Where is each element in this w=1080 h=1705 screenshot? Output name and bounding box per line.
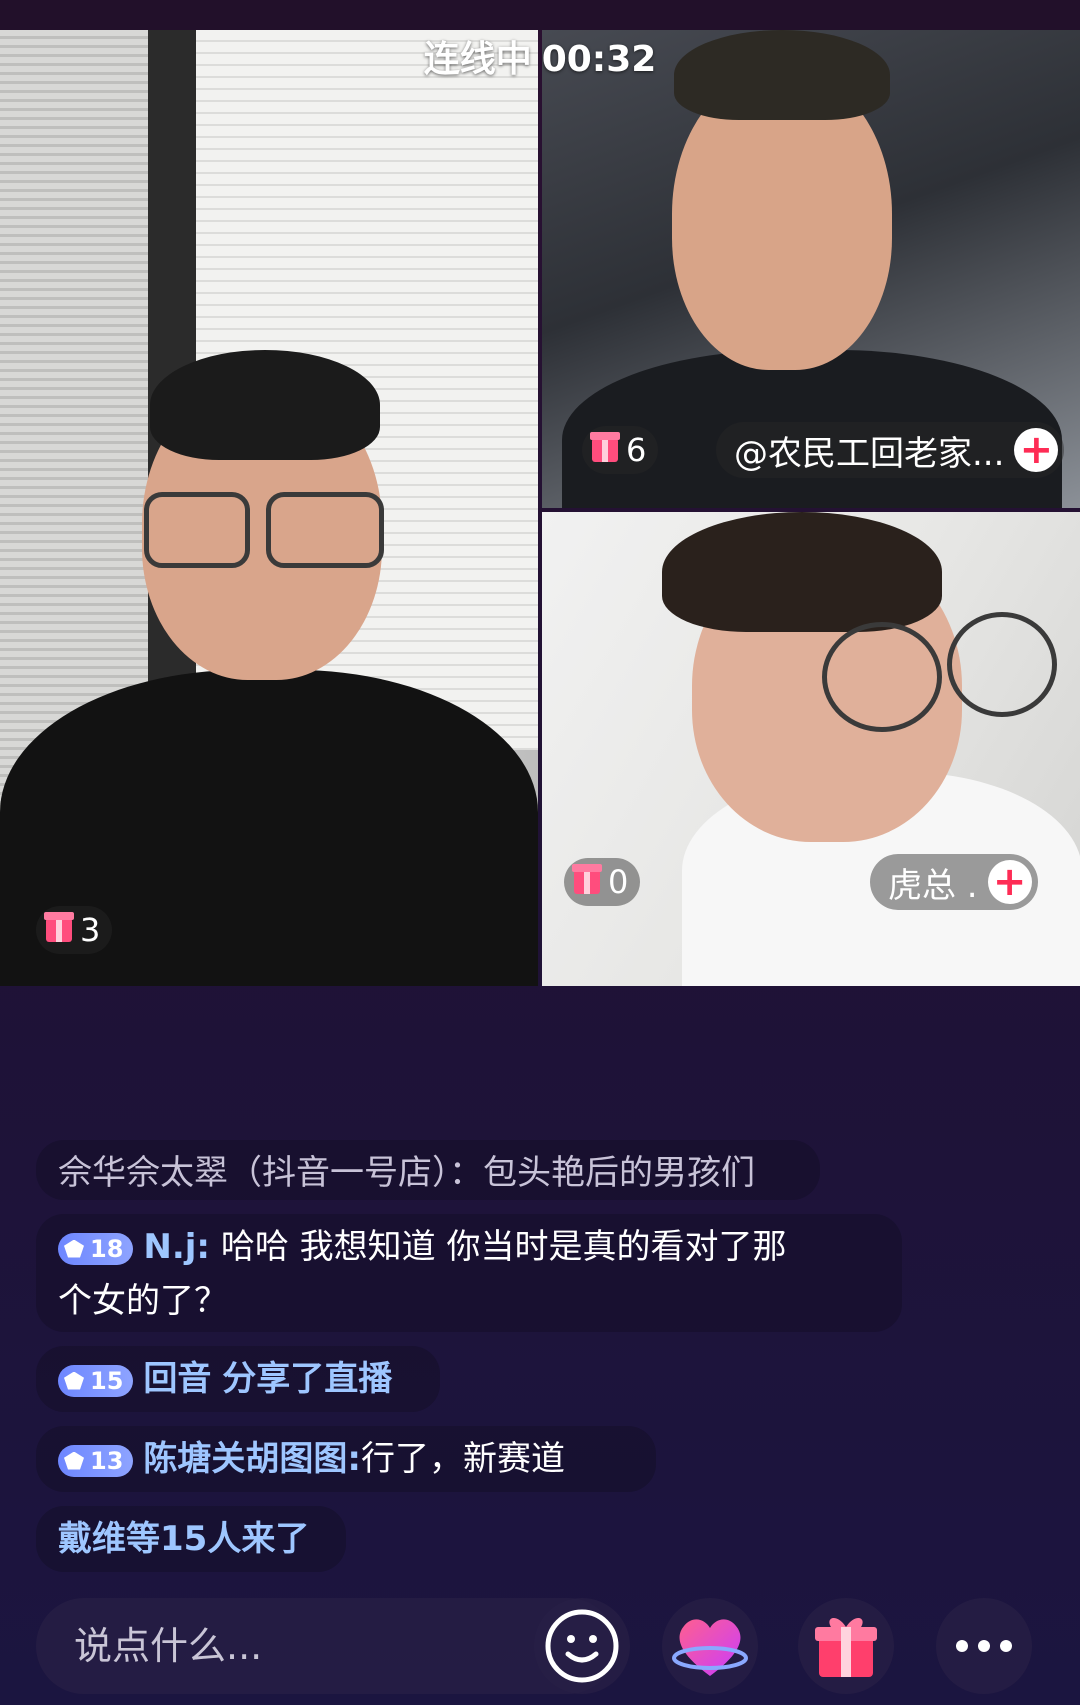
chat-text-continued: 个女的了？ [58, 1281, 228, 1321]
gem-icon [64, 1371, 84, 1390]
top-strip [0, 0, 1080, 30]
host-gift-count: 3 [80, 911, 101, 949]
gift-icon [590, 432, 620, 462]
host-gift-badge[interactable]: 3 [36, 906, 113, 954]
level-number: 13 [90, 1446, 124, 1475]
host-glasses [144, 492, 250, 568]
follow-guest2-button[interactable]: + [987, 860, 1032, 904]
user-level-badge: 15 [58, 1364, 134, 1397]
guest1-video-tile[interactable]: 6 @农民工回老家... + [542, 30, 1080, 508]
call-status-label: 连线中 [423, 39, 532, 80]
level-number: 15 [90, 1366, 124, 1395]
chat-text: 包头艳后的男孩们 [483, 1153, 755, 1193]
chat-username[interactable]: 回音 [143, 1359, 211, 1399]
call-timer: 00:32 [541, 39, 657, 80]
call-status: 连线中 00:32 [0, 30, 1080, 90]
user-level-badge: 18 [58, 1232, 134, 1265]
chat-text: 分享了直播 [222, 1359, 393, 1399]
gift-icon [44, 912, 74, 942]
guest1-gift-badge[interactable]: 6 [582, 426, 659, 474]
enter-notice: 戴维等15人来了 [36, 1506, 346, 1572]
guest1-name-pill[interactable]: @农民工回老家... + [716, 422, 1065, 478]
host-hair [150, 350, 380, 460]
level-number: 18 [90, 1234, 124, 1263]
gem-icon [64, 1451, 84, 1470]
smile-icon [545, 1609, 619, 1683]
bottom-bar [36, 1598, 1056, 1694]
chat-username[interactable]: 陈塘关胡图图: [143, 1439, 361, 1479]
chat-message[interactable]: 佘华佘太翠（抖音一号店）：包头艳后的男孩们 [36, 1140, 820, 1200]
gift-icon [815, 1617, 877, 1677]
gem-icon [64, 1239, 84, 1258]
chat-username[interactable]: 佘华佘太翠（抖音一号店）： [58, 1153, 483, 1193]
guest2-name: 虎总 . [888, 865, 978, 906]
guest2-glasses [822, 622, 942, 732]
chat-message[interactable]: 18 N.j: 哈哈 我想知道 你当时是真的看对了那 个女的了？ [36, 1214, 902, 1332]
chat-text: 哈哈 我想知道 你当时是真的看对了那 [220, 1227, 787, 1267]
heart-icon [672, 1619, 748, 1676]
guest1-name: @农民工回老家... [734, 433, 1005, 474]
like-button[interactable] [662, 1598, 758, 1694]
more-icon [956, 1640, 1012, 1652]
gift-icon [572, 864, 602, 894]
more-button[interactable] [936, 1598, 1032, 1694]
chat-username[interactable]: N.j: [143, 1227, 210, 1267]
guest2-video-tile[interactable]: 0 虎总 . + [542, 512, 1080, 986]
enter-notice-text: 戴维等15人来了 [58, 1519, 310, 1559]
gift-button[interactable] [798, 1598, 894, 1694]
chat-message[interactable]: 15 回音 分享了直播 [36, 1346, 440, 1412]
chat-message[interactable]: 13 陈塘关胡图图:行了，新赛道 [36, 1426, 656, 1492]
guest2-gift-badge[interactable]: 0 [564, 858, 641, 906]
host-video-tile[interactable]: 3 [0, 30, 538, 986]
video-grid: 3 6 @农民工回老家... + 0 虎总 . + [0, 30, 1080, 986]
guest2-name-pill[interactable]: 虎总 . + [870, 854, 1038, 910]
emoji-button[interactable] [534, 1598, 630, 1694]
guest2-gift-count: 0 [608, 863, 629, 901]
comment-input[interactable] [36, 1598, 616, 1694]
chat-text: 行了，新赛道 [361, 1439, 566, 1479]
guest2-glasses-right [947, 612, 1057, 717]
follow-guest1-button[interactable]: + [1014, 428, 1059, 472]
user-level-badge: 13 [58, 1444, 134, 1477]
host-glasses-right [266, 492, 384, 568]
guest2-hair [662, 512, 942, 632]
guest1-gift-count: 6 [626, 431, 647, 469]
